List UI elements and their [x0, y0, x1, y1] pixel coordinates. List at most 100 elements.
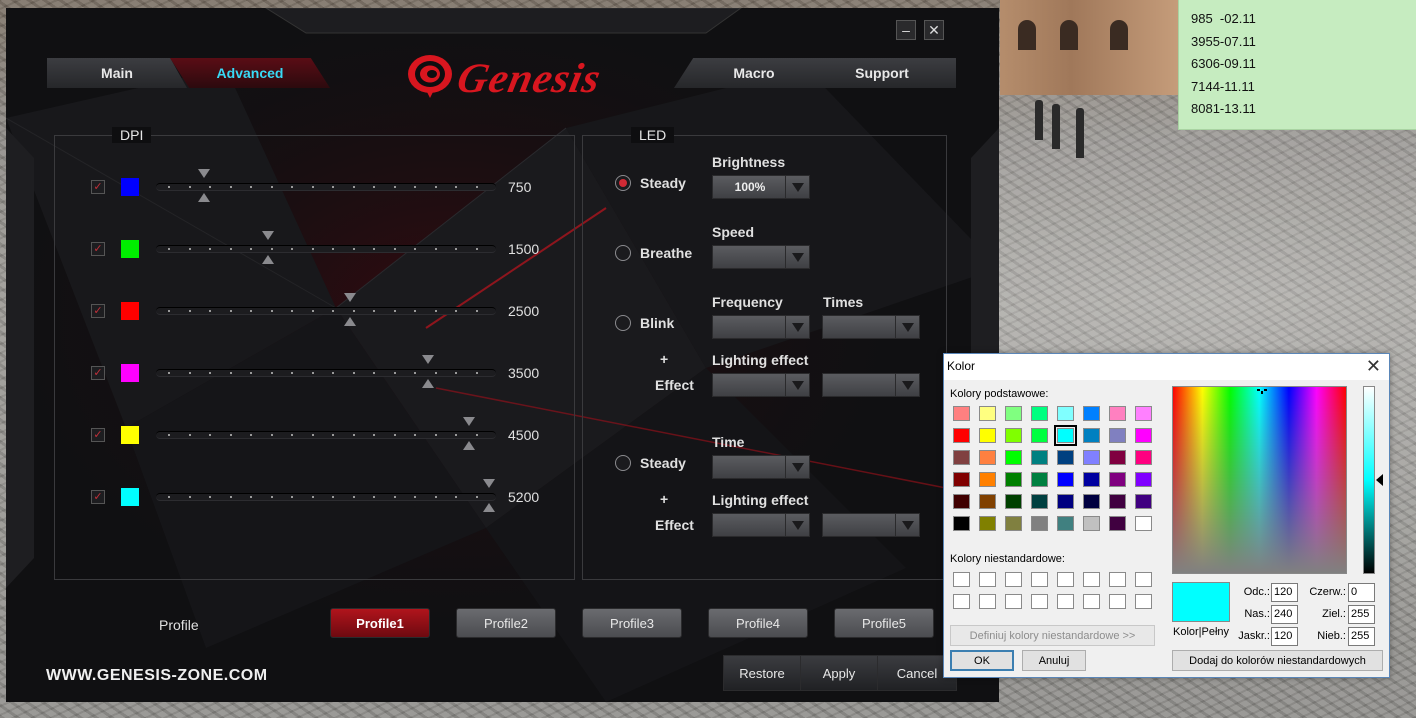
basic-color-swatch[interactable]	[1083, 450, 1100, 465]
custom-color-swatch[interactable]	[979, 594, 996, 609]
close-icon[interactable]: ✕	[1366, 356, 1381, 377]
dpi-color-swatch[interactable]	[121, 240, 139, 258]
slider-thumb-bottom-icon[interactable]	[343, 317, 356, 326]
dpi-checkbox[interactable]: ✓	[91, 366, 105, 380]
led-breathe-radio[interactable]	[615, 245, 631, 261]
basic-color-swatch[interactable]	[1057, 472, 1074, 487]
lighting-effect-combo[interactable]	[712, 373, 810, 397]
dpi-color-swatch[interactable]	[121, 488, 139, 506]
slider-thumb-bottom-icon[interactable]	[462, 441, 475, 450]
dpi-slider-track[interactable]	[156, 431, 496, 439]
dpi-color-swatch[interactable]	[121, 178, 139, 196]
cancel-button[interactable]: Anuluj	[1022, 650, 1086, 671]
led-steady-radio[interactable]	[615, 175, 631, 191]
led-blink-radio[interactable]	[615, 315, 631, 331]
slider-thumb-bottom-icon[interactable]	[483, 503, 496, 512]
dpi-checkbox[interactable]: ✓	[91, 242, 105, 256]
tab-macro[interactable]: Macro	[674, 58, 834, 88]
basic-color-swatch[interactable]	[1083, 472, 1100, 487]
basic-color-swatch[interactable]	[1031, 516, 1048, 531]
time-combo[interactable]	[712, 455, 810, 479]
basic-color-swatch[interactable]	[979, 450, 996, 465]
apply-button[interactable]: Apply	[800, 655, 878, 691]
dpi-checkbox[interactable]: ✓	[91, 180, 105, 194]
basic-color-swatch[interactable]	[1031, 428, 1048, 443]
custom-color-swatch[interactable]	[1083, 594, 1100, 609]
define-custom-colors-button[interactable]: Definiuj kolory niestandardowe >>	[950, 625, 1155, 646]
basic-color-swatch[interactable]	[1031, 450, 1048, 465]
basic-color-swatch[interactable]	[1054, 425, 1077, 446]
custom-color-swatch[interactable]	[1031, 594, 1048, 609]
basic-color-swatch[interactable]	[1109, 516, 1126, 531]
color-spectrum[interactable]	[1172, 386, 1347, 574]
basic-color-swatch[interactable]	[1135, 516, 1152, 531]
basic-color-swatch[interactable]	[1057, 450, 1074, 465]
basic-color-swatch[interactable]	[1005, 472, 1022, 487]
basic-color-swatch[interactable]	[1005, 494, 1022, 509]
dpi-slider-track[interactable]	[156, 183, 496, 191]
basic-color-swatch[interactable]	[1005, 516, 1022, 531]
basic-color-swatch[interactable]	[1005, 428, 1022, 443]
basic-color-swatch[interactable]	[1083, 406, 1100, 421]
dpi-checkbox[interactable]: ✓	[91, 490, 105, 504]
profile-button-3[interactable]: Profile3	[582, 608, 682, 638]
basic-color-swatch[interactable]	[1057, 494, 1074, 509]
dpi-slider-track[interactable]	[156, 369, 496, 377]
basic-color-swatch[interactable]	[1135, 406, 1152, 421]
led-steady2-radio[interactable]	[615, 455, 631, 471]
basic-color-swatch[interactable]	[953, 450, 970, 465]
sticky-note[interactable]: 985 -02.11 3955-07.11 6306-09.11 7144-11…	[1178, 0, 1416, 130]
profile-button-4[interactable]: Profile4	[708, 608, 808, 638]
basic-color-swatch[interactable]	[1135, 428, 1152, 443]
dpi-checkbox[interactable]: ✓	[91, 428, 105, 442]
lighting-effect-combo-2[interactable]	[822, 373, 920, 397]
custom-color-swatch[interactable]	[1031, 572, 1048, 587]
dpi-color-swatch[interactable]	[121, 302, 139, 320]
basic-color-swatch[interactable]	[1109, 494, 1126, 509]
lighting-effect2-combo[interactable]	[712, 513, 810, 537]
tab-main[interactable]: Main	[47, 58, 187, 88]
basic-color-swatch[interactable]	[953, 472, 970, 487]
frequency-combo[interactable]	[712, 315, 810, 339]
basic-color-swatch[interactable]	[1031, 472, 1048, 487]
profile-button-1[interactable]: Profile1	[330, 608, 430, 638]
times-combo[interactable]	[822, 315, 920, 339]
slider-thumb-bottom-icon[interactable]	[262, 255, 275, 264]
color-dialog-titlebar[interactable]: Kolor ✕	[944, 354, 1389, 380]
custom-color-swatch[interactable]	[1109, 594, 1126, 609]
website-link[interactable]: WWW.GENESIS-ZONE.COM	[46, 667, 268, 685]
restore-button[interactable]: Restore	[723, 655, 801, 691]
profile-button-5[interactable]: Profile5	[834, 608, 934, 638]
basic-color-swatch[interactable]	[1109, 428, 1126, 443]
dpi-slider-track[interactable]	[156, 307, 496, 315]
custom-color-swatch[interactable]	[1083, 572, 1100, 587]
slider-thumb-top-icon[interactable]	[343, 293, 356, 302]
dpi-color-swatch[interactable]	[121, 364, 139, 382]
custom-color-swatch[interactable]	[1005, 572, 1022, 587]
basic-color-swatch[interactable]	[953, 516, 970, 531]
basic-color-swatch[interactable]	[953, 494, 970, 509]
custom-color-swatch[interactable]	[1109, 572, 1126, 587]
ok-button[interactable]: OK	[950, 650, 1014, 671]
luminance-pointer-icon[interactable]	[1376, 474, 1383, 486]
basic-color-swatch[interactable]	[1083, 516, 1100, 531]
custom-color-swatch[interactable]	[979, 572, 996, 587]
slider-thumb-top-icon[interactable]	[422, 355, 434, 364]
profile-button-2[interactable]: Profile2	[456, 608, 556, 638]
add-custom-color-button[interactable]: Dodaj do kolorów niestandardowych	[1172, 650, 1383, 671]
lighting-effect2-combo-2[interactable]	[822, 513, 920, 537]
basic-color-swatch[interactable]	[1109, 450, 1126, 465]
brightness-combo[interactable]: 100%	[712, 175, 810, 199]
basic-color-swatch[interactable]	[1005, 406, 1022, 421]
minimize-button[interactable]: –	[896, 20, 916, 40]
basic-color-swatch[interactable]	[1135, 494, 1152, 509]
slider-thumb-top-icon[interactable]	[262, 231, 275, 240]
dpi-checkbox[interactable]: ✓	[91, 304, 105, 318]
basic-color-swatch[interactable]	[1083, 428, 1100, 443]
basic-color-swatch[interactable]	[1083, 494, 1100, 509]
basic-color-swatch[interactable]	[1109, 406, 1126, 421]
dpi-slider-track[interactable]	[156, 493, 496, 501]
slider-thumb-top-icon[interactable]	[462, 417, 475, 426]
custom-color-swatch[interactable]	[953, 594, 970, 609]
basic-color-swatch[interactable]	[1135, 450, 1152, 465]
